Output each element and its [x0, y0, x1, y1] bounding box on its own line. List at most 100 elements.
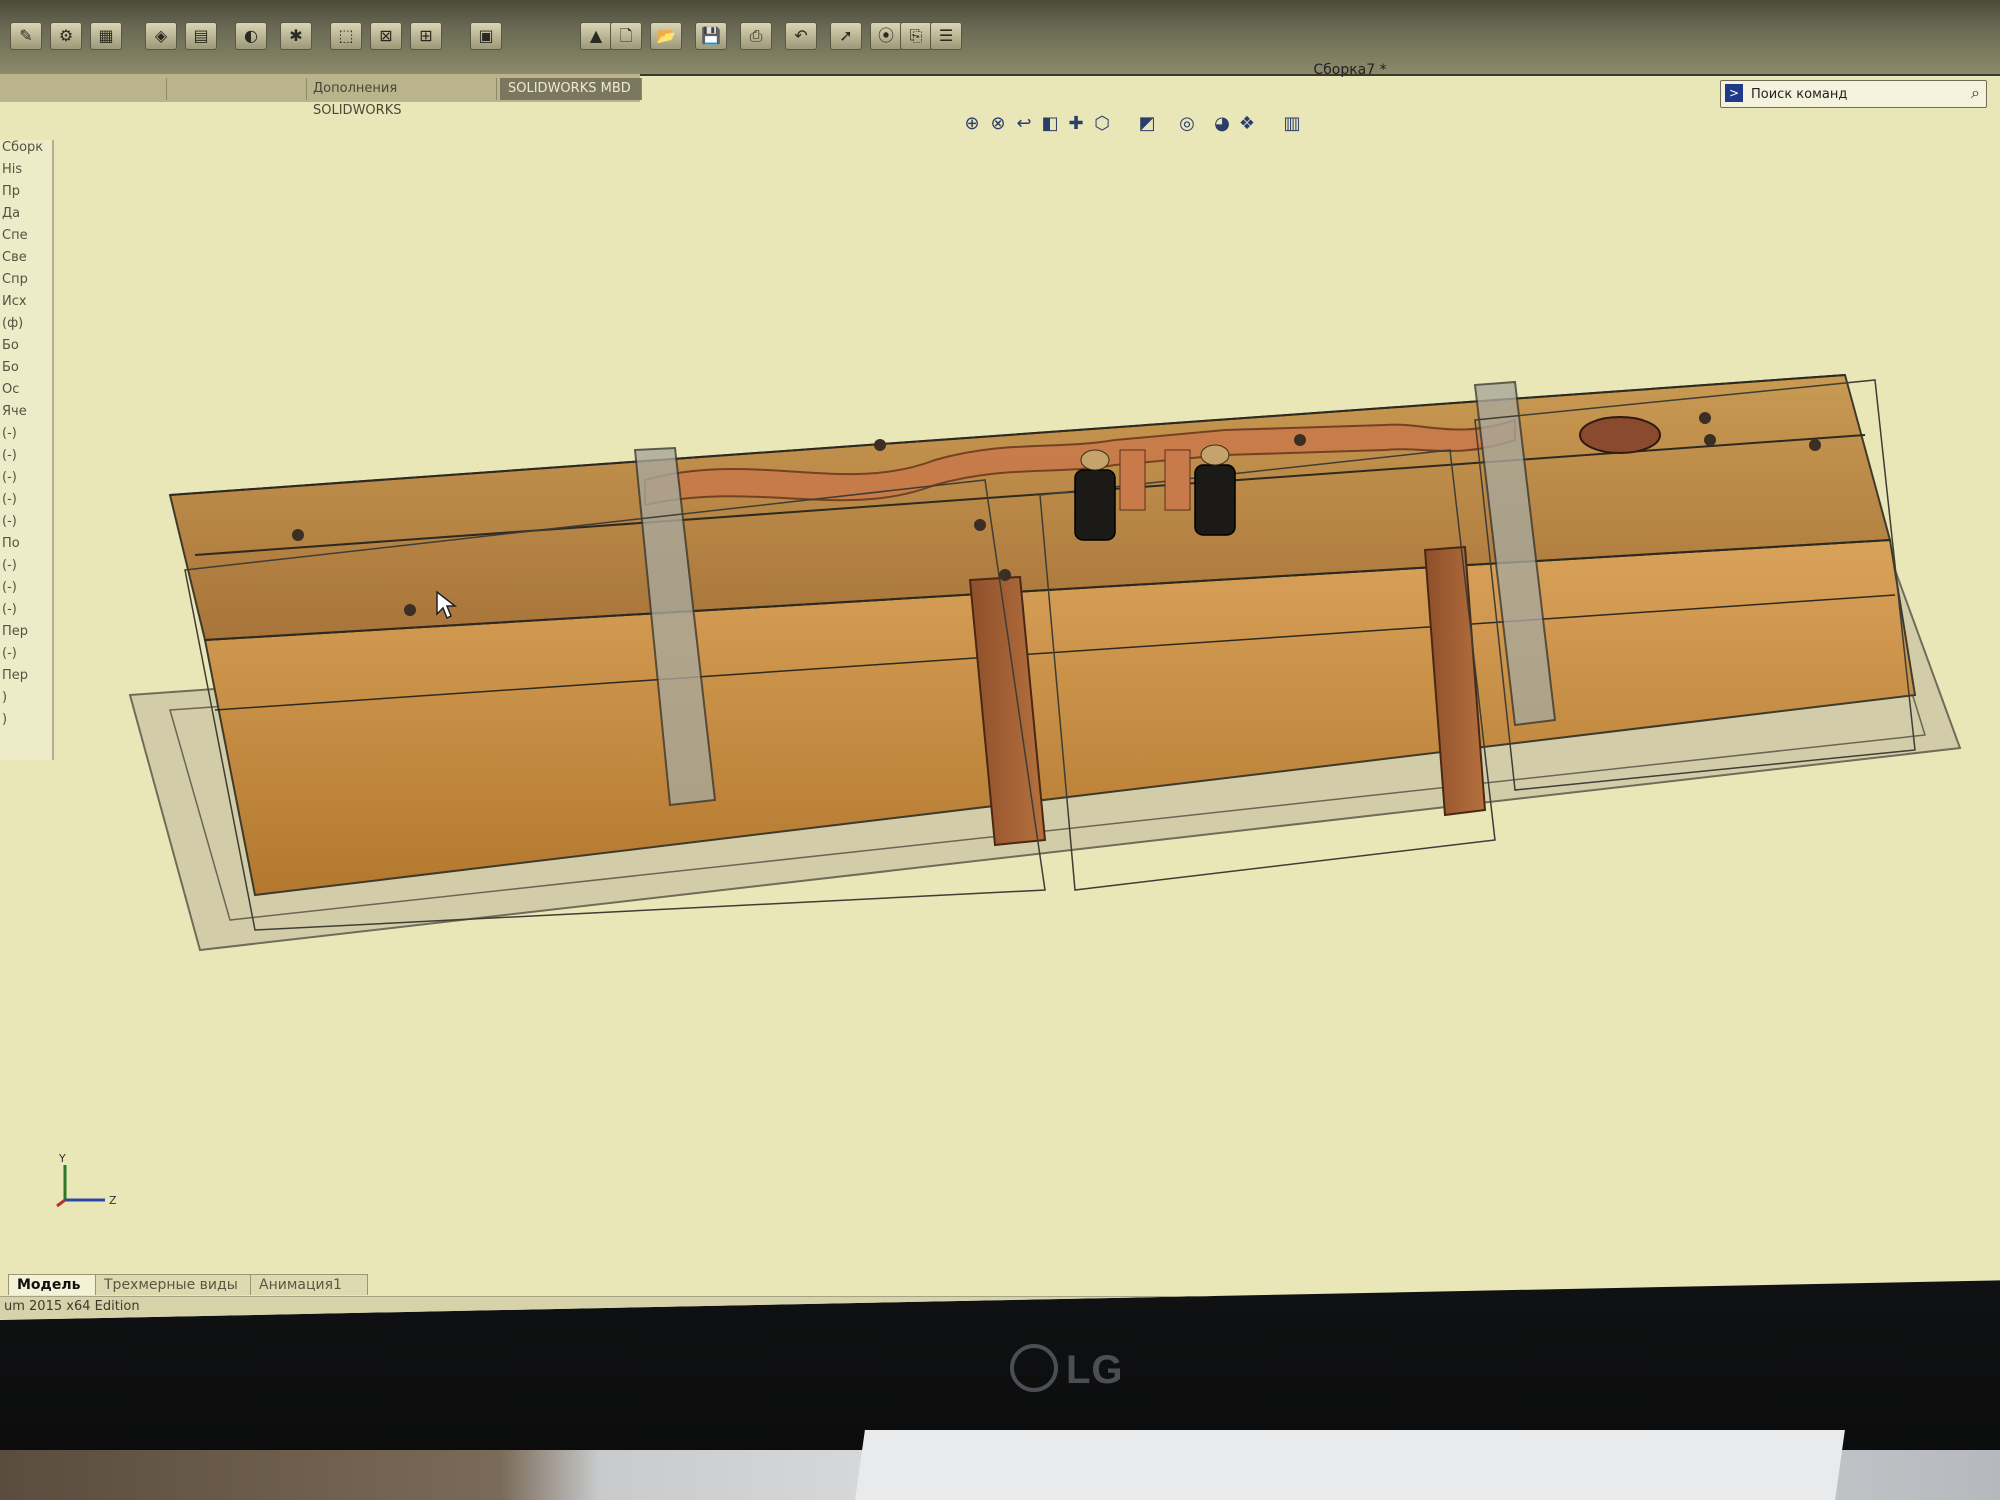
- command-tab-mbd[interactable]: SOLIDWORKS MBD: [500, 78, 642, 100]
- oval-opening: [1579, 416, 1661, 454]
- tree-item[interactable]: (-): [2, 602, 17, 617]
- triad-z-label: Z: [109, 1194, 117, 1207]
- triad-y-label: Y: [58, 1152, 66, 1165]
- tree-item[interactable]: (-): [2, 426, 17, 441]
- screw-hole: [292, 529, 304, 541]
- traffic-light-icon[interactable]: ⦿: [870, 22, 902, 50]
- tree-item[interactable]: Спр: [2, 272, 28, 287]
- feature-manager-tree: Сборк His Пр Да Спе Све Спр Исх (ф) Бо Б…: [0, 140, 54, 760]
- tree-item[interactable]: Пер: [2, 668, 28, 683]
- apply-scene-icon[interactable]: ❖: [1235, 112, 1259, 136]
- lg-logo-icon: [1010, 1344, 1058, 1393]
- command-search: > ⌕: [1720, 80, 1987, 108]
- options-icon[interactable]: ☰: [930, 22, 962, 50]
- tool-icon[interactable]: ✱: [280, 22, 312, 50]
- tree-item[interactable]: Исх: [2, 294, 27, 309]
- tree-item[interactable]: Спе: [2, 228, 28, 243]
- hide-show-items-icon[interactable]: ◎: [1175, 112, 1199, 136]
- undo-icon[interactable]: ↶: [785, 22, 817, 50]
- tree-item[interactable]: ): [2, 712, 7, 727]
- command-tab-addins[interactable]: Дополнения SOLIDWORKS: [305, 78, 497, 118]
- select-arrow-icon[interactable]: ➚: [830, 22, 862, 50]
- window-title: Сборка7 *: [1313, 62, 1387, 78]
- tab-animation[interactable]: Анимация1: [250, 1274, 368, 1295]
- tree-item[interactable]: Сборк: [2, 140, 43, 155]
- command-prompt-icon: >: [1725, 84, 1743, 102]
- tree-item[interactable]: Бо: [2, 360, 19, 375]
- screw-hole: [1704, 434, 1716, 446]
- print-icon[interactable]: ⎙: [740, 22, 772, 50]
- tool-icon[interactable]: ✎: [10, 22, 42, 50]
- tree-item[interactable]: Све: [2, 250, 27, 265]
- dynamic-annotation-icon[interactable]: ✚: [1064, 112, 1088, 136]
- screw-hole: [974, 519, 986, 531]
- tree-item[interactable]: (-): [2, 514, 17, 529]
- status-editing: Редактируется Сборка: [1745, 1299, 1902, 1314]
- screw-hole: [874, 439, 886, 451]
- status-customize[interactable]: Настройка: [1930, 1299, 2000, 1314]
- zoom-to-fit-icon[interactable]: ⊕: [960, 112, 984, 136]
- tool-icon[interactable]: ▲: [580, 22, 612, 50]
- bottom-tabs: Модель Трехмерные виды Анимация1: [0, 1272, 400, 1296]
- brand-text: LG: [1066, 1348, 1124, 1392]
- status-definition: Недоопределенный: [1600, 1299, 1737, 1314]
- heads-up-view-toolbar: ⊕ ⊗ ↩ ◧ ✚ ⬡ ◩ ◎ ◕ ❖ ▥: [960, 110, 1320, 142]
- file-properties-icon[interactable]: ⎘: [900, 22, 932, 50]
- tree-item[interactable]: (-): [2, 492, 17, 507]
- tree-item[interactable]: (ф): [2, 316, 23, 331]
- tree-item[interactable]: (-): [2, 580, 17, 595]
- command-tabs: Дополнения SOLIDWORKS SOLIDWORKS MBD: [0, 74, 642, 118]
- tool-icon[interactable]: ◈: [145, 22, 177, 50]
- screw-hole: [1699, 412, 1711, 424]
- tree-item[interactable]: His: [2, 162, 22, 177]
- tool-icon[interactable]: ⊞: [410, 22, 442, 50]
- section-view-icon[interactable]: ◧: [1038, 112, 1062, 136]
- monitor-bezel: ✎ ⚙ ▦ ◈ ▤ ◐ ✱ ⬚ ⊠ ⊞ ▣ ▲ 🗋 📂 💾 ⎙ ↶ ➚ ⦿ ⎘ …: [0, 0, 2000, 1500]
- tree-item[interactable]: По: [2, 536, 20, 551]
- search-icon[interactable]: ⌕: [1971, 83, 1980, 103]
- zoom-area-icon[interactable]: ⊗: [986, 112, 1010, 136]
- tab-model[interactable]: Модель: [8, 1274, 101, 1295]
- screw-hole: [999, 569, 1011, 581]
- command-tab[interactable]: [170, 78, 307, 100]
- tool-icon[interactable]: ⚙: [50, 22, 82, 50]
- command-manager-toolbar: ✎ ⚙ ▦ ◈ ▤ ◐ ✱ ⬚ ⊠ ⊞ ▣ ▲ 🗋 📂 💾 ⎙ ↶ ➚ ⦿ ⎘ …: [0, 0, 2000, 78]
- tree-item[interactable]: Пер: [2, 624, 28, 639]
- screw-hole: [1809, 439, 1821, 451]
- view-orientation-icon[interactable]: ⬡: [1090, 112, 1114, 136]
- tool-icon[interactable]: ◐: [235, 22, 267, 50]
- tool-icon[interactable]: ⬚: [330, 22, 362, 50]
- save-icon[interactable]: 💾: [695, 22, 727, 50]
- previous-view-icon[interactable]: ↩: [1012, 112, 1036, 136]
- brand-logo: LG: [1010, 1344, 1124, 1396]
- tree-item[interactable]: ): [2, 690, 7, 705]
- paper-sheet: [855, 1430, 1845, 1500]
- display-style-icon[interactable]: ◩: [1135, 112, 1159, 136]
- tool-icon[interactable]: ▣: [470, 22, 502, 50]
- tab-3d-views[interactable]: Трехмерные виды: [95, 1274, 253, 1295]
- view-settings-icon[interactable]: ▥: [1280, 112, 1304, 136]
- open-folder-icon[interactable]: 📂: [650, 22, 682, 50]
- tool-icon[interactable]: ▤: [185, 22, 217, 50]
- tree-item[interactable]: (-): [2, 646, 17, 661]
- tree-item[interactable]: Пр: [2, 184, 20, 199]
- command-tab[interactable]: [10, 78, 167, 100]
- tree-item[interactable]: (-): [2, 470, 17, 485]
- tree-item[interactable]: Ос: [2, 382, 19, 397]
- new-document-icon[interactable]: 🗋: [610, 22, 642, 50]
- graphics-area[interactable]: [55, 150, 2000, 1250]
- tool-icon[interactable]: ⊠: [370, 22, 402, 50]
- screw-hole: [1294, 434, 1306, 446]
- tree-item[interactable]: Бо: [2, 338, 19, 353]
- status-edition: um 2015 x64 Edition: [4, 1299, 140, 1314]
- tree-item[interactable]: Яче: [2, 404, 27, 419]
- status-bar: um 2015 x64 Edition Недоопределенный Ред…: [0, 1296, 2000, 1319]
- assembly-model: [128, 373, 1962, 952]
- tree-item[interactable]: (-): [2, 448, 17, 463]
- search-input[interactable]: [1749, 84, 1953, 104]
- screen: ✎ ⚙ ▦ ◈ ▤ ◐ ✱ ⬚ ⊠ ⊞ ▣ ▲ 🗋 📂 💾 ⎙ ↶ ➚ ⦿ ⎘ …: [0, 0, 2000, 1320]
- tool-icon[interactable]: ▦: [90, 22, 122, 50]
- edit-appearance-icon[interactable]: ◕: [1210, 112, 1234, 136]
- tree-item[interactable]: (-): [2, 558, 17, 573]
- tree-item[interactable]: Да: [2, 206, 20, 221]
